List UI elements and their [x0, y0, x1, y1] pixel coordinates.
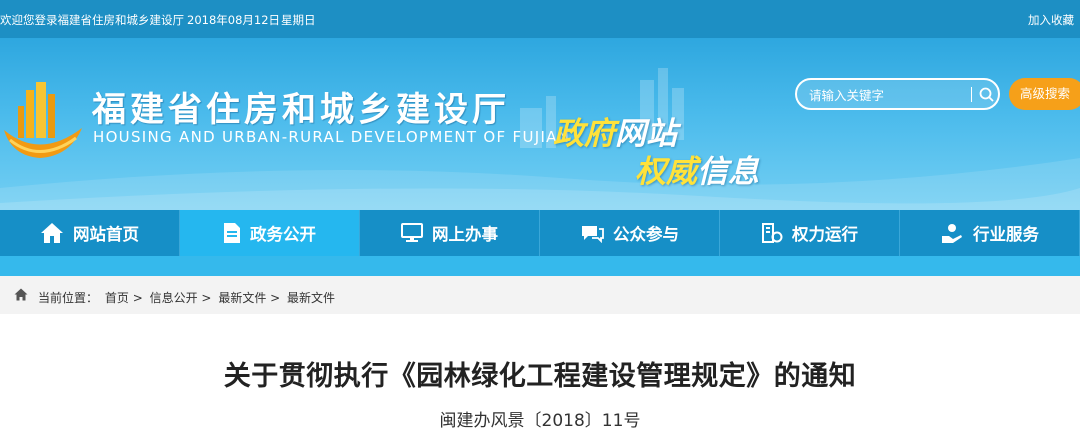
chat-icon — [582, 226, 604, 243]
service-icon — [942, 224, 962, 243]
breadcrumb-separator: > — [270, 291, 281, 305]
breadcrumb-link-home[interactable]: 首页 — [105, 291, 129, 305]
nav-item-power-operation[interactable]: 权力运行 — [720, 210, 900, 256]
nav-label: 行业服务 — [973, 225, 1039, 244]
slogan-2b: 信息 — [697, 154, 759, 190]
article-title: 关于贯彻执行《园林绿化工程建设管理规定》的通知 — [223, 361, 857, 392]
breadcrumb-separator: > — [201, 291, 212, 305]
nav-item-home[interactable]: 网站首页 — [0, 210, 180, 256]
document-number: 闽建办风景〔2018〕11号 — [439, 411, 641, 431]
nav-label: 网站首页 — [73, 225, 139, 244]
search-icon[interactable] — [977, 85, 997, 105]
breadcrumb-prefix: 当前位置： — [38, 291, 99, 305]
nav-label: 公众参与 — [613, 225, 679, 244]
main-nav: 网站首页 政务公开 网上办事 公众参与 权力运行 行业服务 — [0, 210, 1080, 256]
nav-label: 权力运行 — [792, 225, 858, 244]
current-date: 2018年08月12日 — [187, 13, 281, 27]
nav-item-government-affairs[interactable]: 政务公开 — [180, 210, 360, 256]
slogan-2a: 权威 — [635, 154, 697, 190]
top-bar: 欢迎您登录福建省住房和城乡建设厅 2018年08月12日 星期日 加入收藏 — [0, 0, 1080, 38]
site-subtitle: HOUSING AND URBAN-RURAL DEVELOPMENT OF F… — [93, 128, 571, 146]
welcome-text: 欢迎您登录福建省住房和城乡建设厅 — [0, 13, 184, 27]
breadcrumb-link-info[interactable]: 信息公开 — [150, 291, 198, 305]
nav-item-online-services[interactable]: 网上办事 — [360, 210, 540, 256]
nav-label: 政务公开 — [250, 225, 316, 244]
nav-bottom-strip — [0, 256, 1080, 276]
add-favorite-link[interactable]: 加入收藏 — [1028, 12, 1074, 28]
slogan-line-2: 权威信息 — [635, 146, 759, 191]
monitor-icon — [401, 223, 423, 242]
nav-item-public-participation[interactable]: 公众参与 — [540, 210, 720, 256]
breadcrumb-link-latest[interactable]: 最新文件 — [218, 291, 266, 305]
nav-item-industry-services[interactable]: 行业服务 — [900, 210, 1080, 256]
slogan-1a: 政府 — [553, 116, 615, 152]
site-banner: 福建省住房和城乡建设厅 HOUSING AND URBAN-RURAL DEVE… — [0, 38, 1080, 210]
home-icon — [41, 223, 63, 243]
search-box — [795, 78, 1000, 110]
advanced-search-button[interactable]: 高级搜索 — [1009, 78, 1080, 110]
search-input[interactable] — [809, 85, 964, 105]
document-icon — [224, 223, 240, 243]
site-title: 福建省住房和城乡建设厅 — [92, 90, 510, 130]
breadcrumb-separator: > — [132, 291, 143, 305]
nav-label: 网上办事 — [432, 225, 498, 244]
building-icon — [762, 223, 783, 243]
breadcrumb-link-current[interactable]: 最新文件 — [287, 291, 335, 305]
breadcrumb-home-icon — [14, 288, 28, 301]
current-weekday: 星期日 — [281, 13, 316, 27]
logo-icon — [4, 82, 82, 158]
search-divider — [971, 87, 972, 102]
breadcrumb: 当前位置： 首页 > 信息公开 > 最新文件 > 最新文件 — [0, 276, 1080, 314]
